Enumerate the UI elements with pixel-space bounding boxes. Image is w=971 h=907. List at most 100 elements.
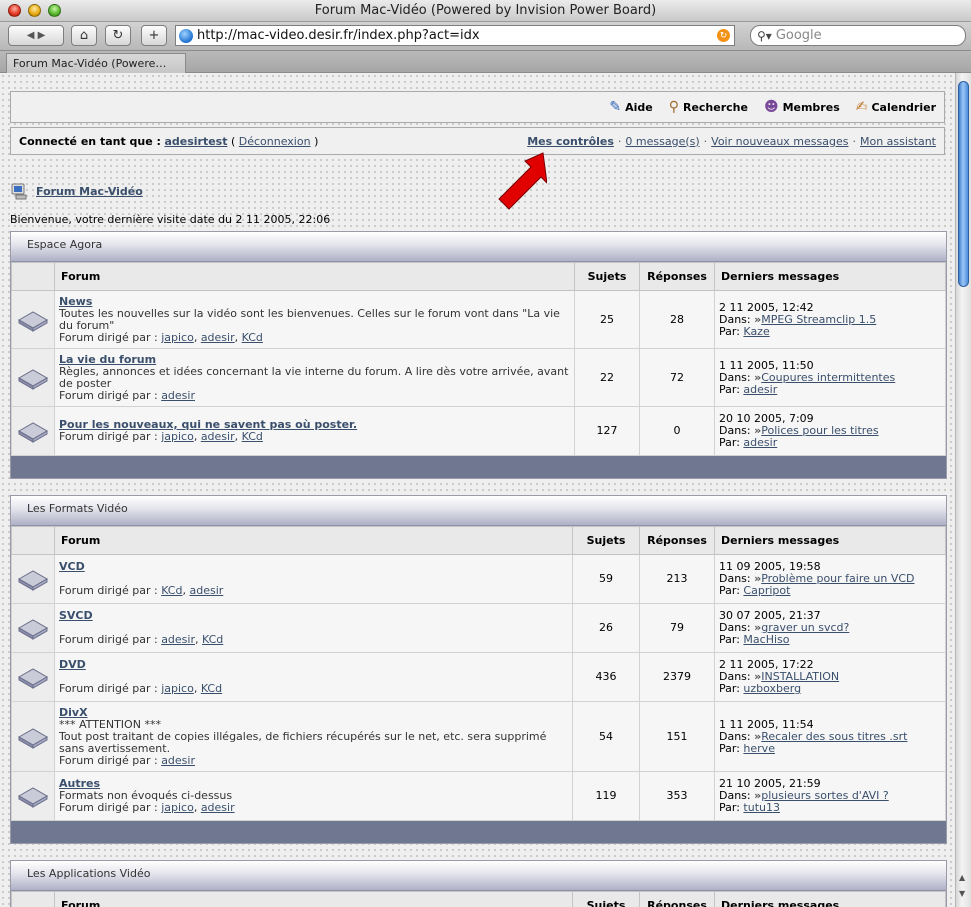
reload-button[interactable]: ↻: [105, 25, 131, 46]
scrollbar-thumb[interactable]: [958, 81, 969, 287]
col-reponses: Réponses: [639, 526, 715, 555]
search-placeholder: Google: [775, 28, 822, 43]
window-titlebar: Forum Mac-Vidéo (Powered by Invision Pow…: [0, 0, 971, 22]
moderator-link[interactable]: japico: [161, 331, 194, 344]
last-post-author-link[interactable]: adesir: [743, 383, 777, 396]
category-footer: [11, 821, 946, 843]
new-messages-link[interactable]: Voir nouveaux messages: [711, 135, 848, 148]
moderator-link[interactable]: adesir: [161, 633, 195, 646]
table-row: Pour les nouveaux, qui ne savent pas où …: [11, 406, 946, 456]
last-post-author-link[interactable]: Kaze: [743, 325, 769, 338]
moderator-link[interactable]: adesir: [201, 430, 235, 443]
last-post-author-link[interactable]: Capripot: [743, 584, 790, 597]
par-label: Par:: [719, 584, 740, 597]
nav-recherche[interactable]: ⚲ Recherche: [669, 99, 748, 115]
forum-name-link[interactable]: DVD: [59, 658, 86, 671]
search-icon: ⚲▾: [757, 28, 772, 43]
forum-name-link[interactable]: SVCD: [59, 609, 93, 622]
nav-recherche-label: Recherche: [682, 100, 748, 114]
forum-description: Règles, annonces et idées concernant la …: [59, 364, 569, 390]
last-post-topic-link[interactable]: Recaler des sous titres .srt: [761, 730, 907, 743]
replies-count: 79: [639, 603, 715, 653]
forum-info-cell: SVCD Forum dirigé par : adesir, KCd: [54, 603, 573, 653]
moderator-link[interactable]: KCd: [242, 331, 263, 344]
search-field[interactable]: ⚲▾ Google: [750, 25, 966, 46]
last-post-author-link[interactable]: tutu13: [743, 801, 780, 814]
category-espace-agora: Espace Agora Forum Sujets Réponses Derni…: [10, 231, 947, 479]
last-post-topic-link[interactable]: MPEG Streamclip 1.5: [761, 313, 876, 326]
moderator-link[interactable]: adesir: [161, 389, 195, 402]
add-bookmark-button[interactable]: +: [141, 25, 167, 46]
vertical-scrollbar[interactable]: ▲ ▼: [955, 73, 971, 907]
last-post-cell: 2 11 2005, 17:22 Dans: »INSTALLATION Par: …: [714, 652, 946, 702]
home-button[interactable]: ⌂: [71, 25, 97, 46]
table-row: La vie du forum Règles, annonces et idées…: [11, 348, 946, 407]
last-post-author: Par: MacHiso: [719, 634, 941, 646]
moderator-link[interactable]: japico: [161, 430, 194, 443]
last-post-topic-link[interactable]: Polices pour les titres: [761, 424, 878, 437]
last-post-topic-link[interactable]: plusieurs sortes d'AVI ?: [761, 789, 889, 802]
topics-count: 54: [572, 701, 640, 772]
forum-moderators: Forum dirigé par : japico, adesir: [59, 801, 235, 814]
replies-count: 0: [639, 406, 715, 456]
last-post-cell: 1 11 2005, 11:50 Dans: »Coupures intermit…: [714, 348, 946, 407]
red-arrow-annotation: [498, 152, 547, 210]
mod-prefix: Forum dirigé par :: [59, 330, 158, 344]
table-row: Autres Formats non évoqués ci-dessus Forum…: [11, 771, 946, 821]
moderator-link[interactable]: adesir: [161, 754, 195, 767]
forum-moderators: Forum dirigé par : japico, adesir, KCd: [59, 330, 263, 344]
forum-table: Forum Sujets Réponses Derniers messages: [11, 891, 946, 907]
rss-icon[interactable]: ↻: [717, 29, 730, 42]
scroll-down-arrow[interactable]: ▼: [959, 889, 965, 898]
nav-membres[interactable]: ☻ Membres: [764, 99, 840, 115]
last-post-author-link[interactable]: MacHiso: [743, 633, 789, 646]
moderator-link[interactable]: KCd: [201, 682, 222, 695]
forum-name-link[interactable]: La vie du forum: [59, 353, 156, 366]
forum-moderators: Forum dirigé par : japico, adesir, KCd: [59, 430, 263, 443]
moderator-link[interactable]: adesir: [201, 331, 235, 344]
breadcrumb-forum-link[interactable]: Forum Mac-Vidéo: [36, 185, 143, 198]
address-bar[interactable]: http://mac-video.desir.fr/index.php?act=…: [175, 25, 735, 46]
topics-count: 127: [574, 406, 640, 456]
moderator-link[interactable]: adesir: [189, 584, 223, 597]
logout-link[interactable]: Déconnexion: [239, 135, 311, 148]
moderator-link[interactable]: KCd: [161, 584, 182, 597]
forum-name-link[interactable]: VCD: [59, 560, 85, 573]
category-title[interactable]: Espace Agora: [11, 232, 946, 262]
moderator-link[interactable]: KCd: [242, 430, 263, 443]
last-post-author-link[interactable]: herve: [743, 742, 775, 755]
moderator-link[interactable]: adesir: [201, 801, 235, 814]
last-post-author-link[interactable]: uzboxberg: [743, 682, 801, 695]
moderator-link[interactable]: japico: [161, 682, 194, 695]
mod-prefix: Forum dirigé par :: [59, 388, 158, 402]
last-post-author-link[interactable]: adesir: [743, 436, 777, 449]
assistant-link[interactable]: Mon assistant: [860, 135, 936, 148]
category-title[interactable]: Les Formats Vidéo: [11, 496, 946, 526]
moderator-link[interactable]: japico: [161, 801, 194, 814]
messages-link[interactable]: 0 message(s): [625, 135, 699, 148]
forum-name-link[interactable]: DivX: [59, 706, 88, 719]
scroll-up-arrow[interactable]: ▲: [959, 873, 965, 882]
user-bar: Connecté en tant que : adesirtest ( Déco…: [10, 127, 945, 155]
mes-controles-link[interactable]: Mes contrôles: [527, 135, 614, 148]
last-post-topic-link[interactable]: Coupures intermittentes: [761, 371, 895, 384]
nav-aide[interactable]: ✎ Aide: [609, 99, 652, 115]
forum-info-cell: Pour les nouveaux, qui ne savent pas où …: [54, 406, 575, 456]
calendar-icon: ✍: [855, 99, 868, 115]
category-title[interactable]: Les Applications Vidéo: [11, 861, 946, 891]
tab-forum[interactable]: Forum Mac-Vidéo (Powere…: [6, 53, 186, 73]
folder-icon: [17, 787, 49, 808]
back-forward-button[interactable]: ◀ ▶: [8, 25, 64, 46]
address-text[interactable]: http://mac-video.desir.fr/index.php?act=…: [197, 28, 717, 43]
last-post-author: Par: herve: [719, 742, 941, 755]
topics-count: 26: [572, 603, 640, 653]
tab-bar: Forum Mac-Vidéo (Powere…: [0, 51, 971, 73]
moderator-link[interactable]: KCd: [202, 633, 223, 646]
forum-name-link[interactable]: News: [59, 295, 92, 308]
paren-close: ): [314, 134, 319, 148]
username-link[interactable]: adesirtest: [164, 135, 227, 148]
browser-toolbar: ◀ ▶ ⌂ ↻ + http://mac-video.desir.fr/inde…: [0, 22, 971, 51]
folder-icon: [17, 570, 49, 591]
category-footer: [11, 456, 946, 478]
nav-calendrier[interactable]: ✍ Calendrier: [856, 99, 936, 115]
